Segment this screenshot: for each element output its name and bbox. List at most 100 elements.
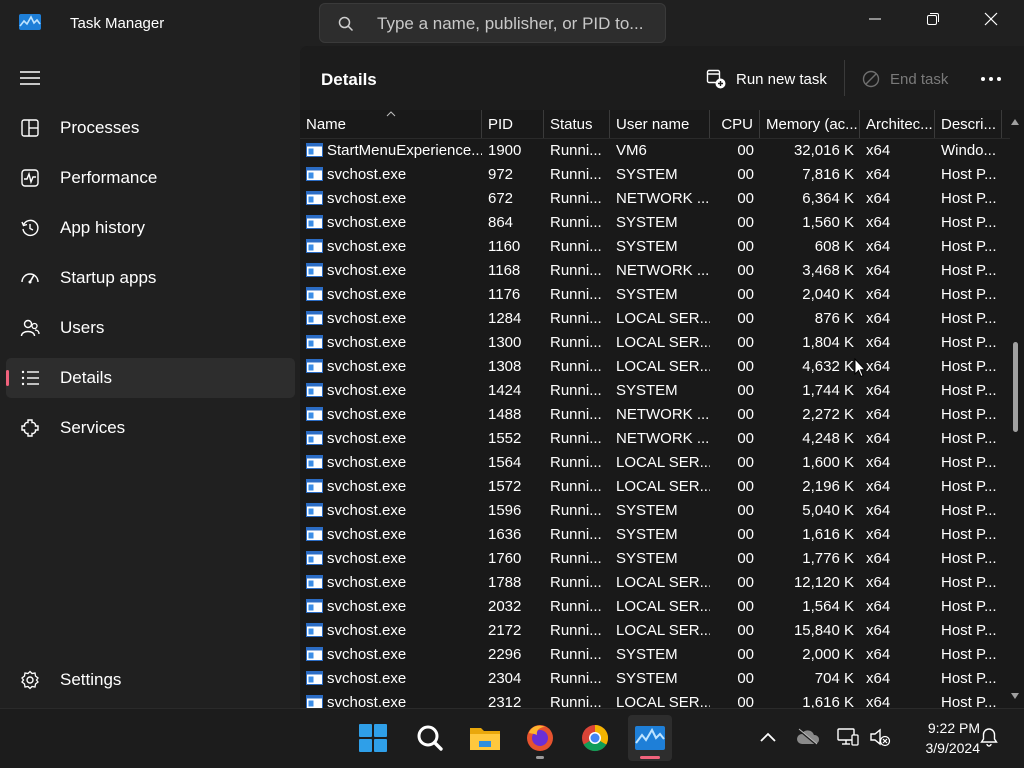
cell-name-text: svchost.exe [327,382,407,399]
table-row[interactable]: svchost.exe 972 Runni... SYSTEM 00 7,816 K x64… [300,163,1010,187]
minimize-button[interactable] [846,0,904,38]
sidebar-item-settings[interactable]: Settings [6,660,295,700]
taskbar-task-manager[interactable] [628,715,672,761]
run-new-task-button[interactable]: Run new task [706,66,827,92]
column-header-user-name[interactable]: User name [610,110,710,138]
firefox-icon [527,725,553,751]
table-row[interactable]: svchost.exe 2172 Runni... LOCAL SER... 00 15,… [300,619,1010,643]
table-row[interactable]: svchost.exe 1488 Runni... NETWORK ... 00 2,27… [300,403,1010,427]
cell-status-text: Runni... [550,430,602,447]
network-tray-button[interactable] [834,723,862,751]
clock-date[interactable]: 3/9/2024 [900,740,981,756]
table-row[interactable]: svchost.exe 1564 Runni... LOCAL SER... 00 1,6… [300,451,1010,475]
column-header-label: PID [488,116,514,133]
table-row[interactable]: svchost.exe 1300 Runni... LOCAL SER... 00 1,8… [300,331,1010,355]
hamburger-menu-icon[interactable] [20,70,40,86]
cell-cpu-text: 00 [737,478,754,495]
cell-user-name: NETWORK ... [610,427,710,451]
table-row[interactable]: StartMenuExperience... 1900 Runni... VM6 00 3… [300,139,1010,163]
cell-description-text: Host P... [941,574,997,591]
table-row[interactable]: svchost.exe 1572 Runni... LOCAL SER... 00 2,1… [300,475,1010,499]
taskbar-file-explorer[interactable] [463,715,507,761]
cell-status: Runni... [544,283,610,307]
taskbar-chrome[interactable] [573,715,617,761]
scroll-down-icon[interactable] [1010,692,1020,700]
cell-status: Runni... [544,643,610,667]
table-row[interactable]: svchost.exe 1308 Runni... LOCAL SER... 00 4,6… [300,355,1010,379]
cell-status-text: Runni... [550,694,602,708]
cell-pid-text: 1300 [488,334,522,351]
column-header-pid[interactable]: PID [482,110,544,138]
table-row[interactable]: svchost.exe 1636 Runni... SYSTEM 00 1,616 K x6… [300,523,1010,547]
close-button[interactable] [962,0,1020,38]
sidebar-item-details[interactable]: Details [6,358,295,398]
cell-pid: 1900 [482,139,544,163]
column-header-description[interactable]: Descri... [935,110,1002,138]
table-row[interactable]: svchost.exe 1176 Runni... SYSTEM 00 2,040 K x6… [300,283,1010,307]
sidebar-item-startup-apps[interactable]: Startup apps [6,258,295,298]
table-row[interactable]: svchost.exe 2296 Runni... SYSTEM 00 2,000 K x6… [300,643,1010,667]
taskbar-start-button[interactable] [351,715,395,761]
cell-user-name-text: SYSTEM [616,238,678,255]
table-row[interactable]: svchost.exe 2032 Runni... LOCAL SER... 00 1,5… [300,595,1010,619]
show-hidden-icons-button[interactable] [754,723,782,751]
cell-name-text: svchost.exe [327,454,407,471]
cell-pid: 672 [482,187,544,211]
table-row[interactable]: svchost.exe 864 Runni... SYSTEM 00 1,560 K x64… [300,211,1010,235]
table-row[interactable]: svchost.exe 1552 Runni... NETWORK ... 00 4,24… [300,427,1010,451]
cell-pid: 1308 [482,355,544,379]
restore-button[interactable] [904,0,962,38]
column-header-name[interactable]: Name [300,110,482,138]
cell-memory-text: 1,564 K [802,598,854,615]
cell-memory: 32,016 K [760,139,860,163]
clock-time[interactable]: 9:22 PM [900,720,980,736]
sidebar-item-users[interactable]: Users [6,308,295,348]
table-row[interactable]: svchost.exe 2304 Runni... SYSTEM 00 704 K x64 H… [300,667,1010,691]
table-row[interactable]: svchost.exe 1168 Runni... NETWORK ... 00 3,46… [300,259,1010,283]
column-header-memory[interactable]: Memory (ac... [760,110,860,138]
cell-description-text: Host P... [941,382,997,399]
cell-memory: 4,248 K [760,427,860,451]
more-options-button[interactable] [976,66,1006,92]
table-row[interactable]: svchost.exe 2312 Runni... LOCAL SER... 00 1,6… [300,691,1010,708]
cell-name-text: svchost.exe [327,358,407,375]
cell-pid-text: 1284 [488,310,522,327]
column-header-cpu[interactable]: CPU [710,110,760,138]
sidebar-item-performance[interactable]: Performance [6,158,295,198]
search-input[interactable]: Type a name, publisher, or PID to... [377,14,643,34]
cell-memory: 2,000 K [760,643,860,667]
cell-cpu: 00 [710,571,760,595]
sidebar-item-app-history[interactable]: App history [6,208,295,248]
column-header-status[interactable]: Status [544,110,610,138]
taskbar-firefox[interactable] [518,715,562,761]
cell-name-text: svchost.exe [327,190,407,207]
table-row[interactable]: svchost.exe 1424 Runni... SYSTEM 00 1,744 K x6… [300,379,1010,403]
vertical-scrollbar[interactable] [1006,110,1024,708]
taskbar-search-button[interactable] [408,715,452,761]
scroll-up-icon[interactable] [1010,118,1020,126]
table-row[interactable]: svchost.exe 1788 Runni... LOCAL SER... 00 12,… [300,571,1010,595]
scroll-thumb[interactable] [1013,342,1018,432]
table-row[interactable]: svchost.exe 1596 Runni... SYSTEM 00 5,040 K x6… [300,499,1010,523]
search-box[interactable]: Type a name, publisher, or PID to... [319,3,666,43]
users-icon [20,319,40,337]
sidebar-item-services[interactable]: Services [6,408,295,448]
cell-pid-text: 1424 [488,382,522,399]
end-task-button[interactable]: End task [862,66,948,92]
volume-tray-button[interactable] [866,723,894,751]
column-header-architecture[interactable]: Architec... [860,110,935,138]
cell-memory-text: 15,840 K [793,622,854,639]
cell-user-name: SYSTEM [610,211,710,235]
cell-memory-text: 1,560 K [802,214,854,231]
table-row[interactable]: svchost.exe 1284 Runni... LOCAL SER... 00 876… [300,307,1010,331]
sidebar-item-processes[interactable]: Processes [6,108,295,148]
cell-architecture: x64 [860,379,935,403]
table-row[interactable]: svchost.exe 1760 Runni... SYSTEM 00 1,776 K x6… [300,547,1010,571]
end-task-label: End task [890,70,949,88]
cell-cpu-text: 00 [737,502,754,519]
table-row[interactable]: svchost.exe 1160 Runni... SYSTEM 00 608 K x64 H… [300,235,1010,259]
notifications-button[interactable] [975,723,1003,751]
cell-cpu-text: 00 [737,238,754,255]
table-row[interactable]: svchost.exe 672 Runni... NETWORK ... 00 6,364… [300,187,1010,211]
onedrive-tray-button[interactable] [794,723,822,751]
